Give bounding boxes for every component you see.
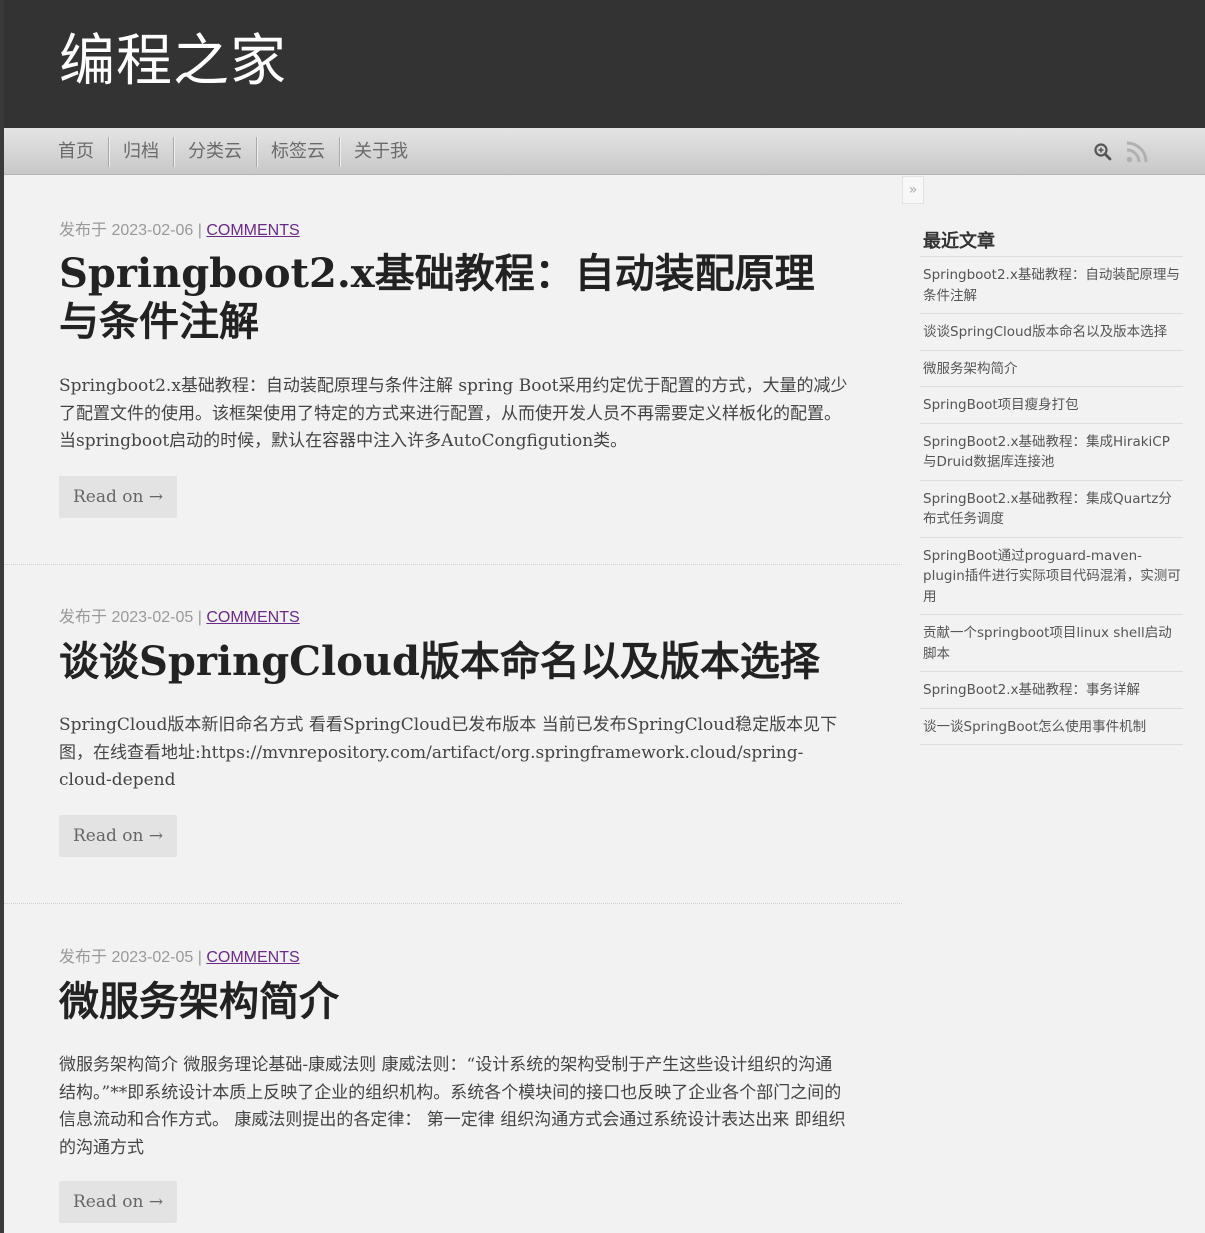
recent-post-link[interactable]: SpringBoot2.x基础教程：集成Quartz分布式任务调度 bbox=[920, 481, 1183, 538]
recent-post-link[interactable]: Springboot2.x基础教程：自动装配原理与条件注解 bbox=[920, 257, 1183, 314]
post-divider bbox=[4, 564, 902, 565]
post-meta: 发布于 2023-02-05 | COMMENTS bbox=[59, 949, 300, 966]
sidebar: 最近文章 Springboot2.x基础教程：自动装配原理与条件注解 谈谈Spr… bbox=[920, 224, 1183, 745]
recent-post-link[interactable]: 微服务架构简介 bbox=[920, 351, 1183, 387]
recent-post-link[interactable]: SpringBoot项目瘦身打包 bbox=[920, 387, 1183, 424]
post-date: 发布于 2023-02-05 bbox=[59, 949, 194, 966]
post-meta: 发布于 2023-02-06 | COMMENTS bbox=[59, 222, 300, 239]
search-icon[interactable] bbox=[1093, 142, 1113, 162]
recent-post-link[interactable]: SpringBoot2.x基础教程：集成HirakiCP与Druid数据库连接池 bbox=[920, 424, 1183, 481]
recent-posts-list: Springboot2.x基础教程：自动装配原理与条件注解 谈谈SpringCl… bbox=[920, 257, 1183, 745]
read-on-button[interactable]: Read on → bbox=[59, 1181, 178, 1223]
read-on-button[interactable]: Read on → bbox=[59, 476, 178, 518]
site-header: 编程之家 bbox=[4, 0, 1205, 128]
read-on-button[interactable]: Read on → bbox=[59, 815, 178, 857]
main-navbar: 首页 归档 分类云 标签云 关于我 bbox=[4, 128, 1205, 175]
recent-post-link[interactable]: 贡献一个springboot项目linux shell启动脚本 bbox=[920, 615, 1183, 672]
nav-item-tags[interactable]: 标签云 bbox=[257, 128, 339, 175]
post-excerpt: Springboot2.x基础教程：自动装配原理与条件注解 spring Boo… bbox=[59, 376, 848, 451]
post-divider bbox=[4, 903, 902, 904]
nav-menu: 首页 归档 分类云 标签云 关于我 bbox=[44, 128, 422, 175]
post-date: 发布于 2023-02-06 bbox=[59, 222, 194, 239]
comments-link[interactable]: COMMENTS bbox=[206, 609, 299, 626]
post-meta: 发布于 2023-02-05 | COMMENTS bbox=[59, 609, 300, 626]
comments-link[interactable]: COMMENTS bbox=[206, 222, 299, 239]
nav-item-archive[interactable]: 归档 bbox=[109, 128, 173, 175]
post-date: 发布于 2023-02-05 bbox=[59, 609, 194, 626]
sidebar-toggle-button[interactable]: » bbox=[902, 176, 924, 204]
post-title[interactable]: 微服务架构简介 bbox=[59, 978, 849, 1026]
post-title[interactable]: 谈谈SpringCloud版本命名以及版本选择 bbox=[59, 638, 849, 686]
left-edge-rail bbox=[0, 0, 4, 1233]
nav-item-categories[interactable]: 分类云 bbox=[174, 128, 256, 175]
recent-posts-title: 最近文章 bbox=[920, 224, 1183, 257]
site-title[interactable]: 编程之家 bbox=[59, 24, 287, 100]
recent-post-link[interactable]: SpringBoot2.x基础教程：事务详解 bbox=[920, 672, 1183, 709]
post-excerpt: SpringCloud版本新旧命名方式 看看SpringCloud已发布版本 当… bbox=[59, 715, 838, 790]
comments-link[interactable]: COMMENTS bbox=[206, 949, 299, 966]
post-title[interactable]: Springboot2.x基础教程：自动装配原理与条件注解 bbox=[59, 250, 849, 346]
nav-item-home[interactable]: 首页 bbox=[44, 128, 108, 175]
post-excerpt: 微服务架构简介 微服务理论基础-康威法则 康威法则：“设计系统的架构受制于产生这… bbox=[59, 1055, 846, 1158]
recent-post-link[interactable]: 谈谈SpringCloud版本命名以及版本选择 bbox=[920, 314, 1183, 351]
recent-post-link[interactable]: SpringBoot通过proguard-maven-plugin插件进行实际项… bbox=[920, 538, 1183, 615]
nav-item-about[interactable]: 关于我 bbox=[340, 128, 422, 175]
nav-icons bbox=[1093, 140, 1149, 164]
rss-icon[interactable] bbox=[1125, 140, 1149, 164]
recent-post-link[interactable]: 谈一谈SpringBoot怎么使用事件机制 bbox=[920, 709, 1183, 745]
